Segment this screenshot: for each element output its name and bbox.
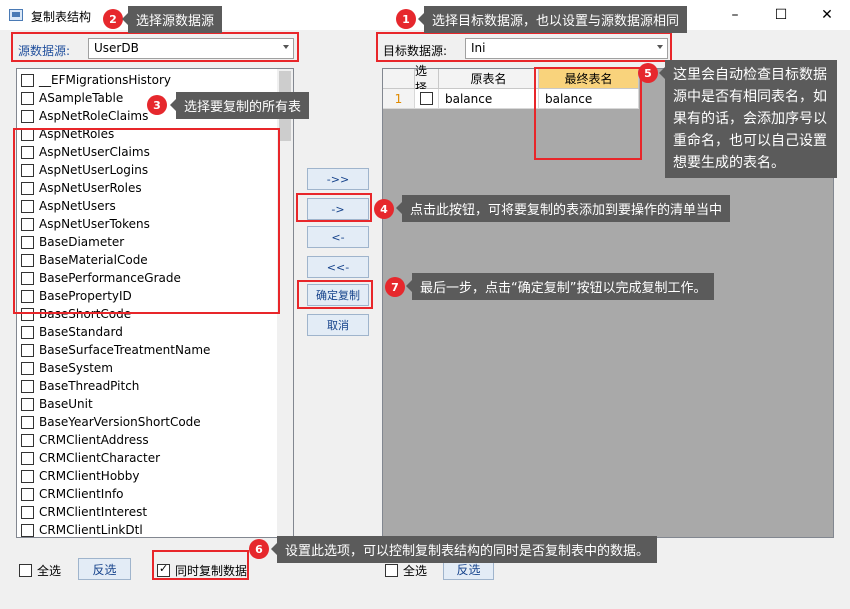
table-list-item[interactable]: CRMClientInfo [21, 485, 124, 503]
table-checkbox[interactable] [21, 505, 34, 519]
table-name: CRMClientInterest [39, 505, 148, 519]
callout-tip-1: 选择目标数据源，也以设置与源数据源相同 [417, 6, 688, 33]
table-name: CRMClientInfo [39, 487, 124, 501]
callout-number-1: 1 [396, 9, 416, 29]
table-list-item[interactable]: BaseThreadPitch [21, 377, 139, 395]
table-name: CRMClientAddress [39, 433, 149, 447]
callout-tip-7: 最后一步，点击“确定复制”按钮以完成复制工作。 [405, 273, 715, 300]
highlight-target [376, 32, 672, 62]
grid-corner [383, 69, 415, 89]
table-name: CRMClientHobby [39, 469, 140, 483]
callout-tip-3: 选择要复制的所有表 [169, 92, 310, 119]
remove-all-button[interactable]: <<- [307, 256, 369, 278]
table-name: CRMClientCharacter [39, 451, 161, 465]
highlight-add-button [296, 193, 372, 222]
table-name: ASampleTable [39, 91, 124, 105]
highlight-source [11, 32, 299, 62]
select-all-right-checkbox[interactable] [385, 564, 398, 577]
table-name: CRMClientLinkDtl [39, 523, 143, 537]
minimize-button[interactable]: – [712, 0, 758, 30]
table-name: BaseSystem [39, 361, 113, 375]
table-list-item[interactable]: CRMClientHobby [21, 467, 140, 485]
table-list-item[interactable]: CRMClientCharacter [21, 449, 160, 467]
table-checkbox[interactable] [21, 451, 34, 465]
table-name: BaseUnit [39, 397, 93, 411]
table-checkbox[interactable] [21, 91, 34, 105]
select-all-checkbox[interactable] [19, 564, 32, 577]
table-checkbox[interactable] [21, 109, 34, 123]
table-checkbox[interactable] [21, 487, 34, 501]
remove-button[interactable]: <- [307, 226, 369, 248]
invert-button[interactable]: 反选 [78, 558, 131, 580]
grid-header-select: 选择 [415, 64, 439, 95]
table-checkbox[interactable] [21, 343, 34, 357]
highlight-final-name [534, 67, 642, 160]
callout-number-3: 3 [147, 95, 167, 115]
table-list-item[interactable]: BaseUnit [21, 395, 93, 413]
table-list-item[interactable]: __EFMigrationsHistory [21, 71, 171, 89]
table-name: BaseYearVersionShortCode [39, 415, 201, 429]
table-name: __EFMigrationsHistory [39, 73, 172, 87]
table-checkbox[interactable] [21, 397, 34, 411]
table-list-item[interactable]: CRMClientAddress [21, 431, 149, 449]
select-all-label: 全选 [37, 564, 62, 578]
table-checkbox[interactable] [21, 415, 34, 429]
table-checkbox[interactable] [21, 469, 34, 483]
callout-number-4: 4 [374, 199, 394, 219]
table-list-item[interactable]: BaseSurfaceTreatmentName [21, 341, 210, 359]
close-button[interactable]: ✕ [804, 0, 850, 30]
table-checkbox[interactable] [21, 523, 34, 537]
row-source-name: balance [439, 89, 539, 109]
highlight-confirm-button [297, 280, 373, 309]
highlight-tables [13, 128, 280, 314]
table-name: BaseThreadPitch [39, 379, 140, 393]
table-checkbox[interactable] [21, 325, 34, 339]
table-list-item[interactable]: CRMClientLinkDtl [21, 521, 143, 537]
table-list-item[interactable]: CRMClientInterest [21, 503, 147, 521]
table-list-item[interactable]: BaseSystem [21, 359, 113, 377]
table-list-item[interactable]: ASampleTable [21, 89, 123, 107]
cancel-button[interactable]: 取消 [307, 314, 369, 336]
select-all-right[interactable]: 全选 [385, 562, 427, 579]
callout-number-5: 5 [638, 63, 658, 83]
table-name: BaseStandard [39, 325, 123, 339]
callout-tip-2: 选择源数据源 [121, 6, 223, 33]
table-list-item[interactable]: AspNetRoleClaims [21, 107, 148, 125]
table-checkbox[interactable] [21, 379, 34, 393]
window-title: 复制表结构 [31, 10, 92, 24]
select-all-right-label: 全选 [403, 564, 428, 578]
callout-tip-4: 点击此按钮，可将要复制的表添加到要操作的清单当中 [395, 195, 731, 222]
table-name: BaseSurfaceTreatmentName [39, 343, 211, 357]
select-all-left[interactable]: 全选 [19, 562, 61, 579]
callout-tip-6: 设置此选项，可以控制复制表结构的同时是否复制表中的数据。 [270, 536, 658, 563]
callout-number-7: 7 [385, 277, 405, 297]
table-checkbox[interactable] [21, 73, 34, 87]
row-select-checkbox[interactable] [420, 92, 433, 105]
table-checkbox[interactable] [21, 361, 34, 375]
row-index: 1 [383, 89, 415, 109]
callout-tip-5: 这里会自动检查目标数据源中是否有相同表名，如果有的话，会添加序号以重命名，也可以… [659, 60, 837, 178]
table-checkbox[interactable] [21, 433, 34, 447]
app-icon [9, 9, 23, 21]
callout-number-6: 6 [249, 539, 269, 559]
add-all-button[interactable]: ->> [307, 168, 369, 190]
table-list-item[interactable]: BaseStandard [21, 323, 123, 341]
callout-number-2: 2 [103, 9, 123, 29]
highlight-copy-data [152, 550, 249, 580]
row-select-cell[interactable] [415, 89, 439, 109]
grid-header-source: 原表名 [439, 69, 539, 89]
table-list-item[interactable]: BaseYearVersionShortCode [21, 413, 201, 431]
maximize-button[interactable]: ☐ [758, 0, 804, 30]
table-name: AspNetRoleClaims [39, 109, 149, 123]
